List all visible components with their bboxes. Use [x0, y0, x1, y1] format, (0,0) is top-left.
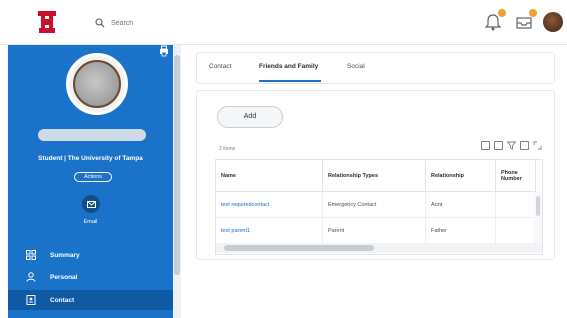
- column-header-phone-number[interactable]: Phone Number: [496, 160, 536, 192]
- fullscreen-icon[interactable]: [533, 141, 542, 150]
- tabs-bar: Contact Friends and Family Social: [196, 52, 555, 84]
- table-cell-name[interactable]: test requiredcontact: [216, 192, 323, 218]
- sidebar-item-summary[interactable]: Summary: [8, 245, 173, 265]
- actions-button[interactable]: Actions: [74, 172, 112, 182]
- table-cell-name[interactable]: test parent1: [216, 218, 323, 244]
- table-cell: Aunt: [426, 192, 496, 218]
- tab-social[interactable]: Social: [347, 63, 365, 70]
- items-count: 2 items: [219, 146, 236, 152]
- table-cell: Parent: [323, 218, 426, 244]
- sidebar-scrollbar[interactable]: [173, 45, 181, 318]
- sidebar-item-label: Summary: [50, 251, 80, 259]
- add-button[interactable]: Add: [217, 106, 283, 128]
- relationships-table: Name Relationship Types Relationship Pho…: [215, 159, 543, 255]
- columns-icon[interactable]: [520, 141, 529, 150]
- sidebar-item-contact[interactable]: Contact: [8, 290, 173, 310]
- active-tab-indicator: [259, 80, 321, 82]
- friends-family-panel: Add 2 items Name Relationship Types Rela…: [196, 90, 555, 260]
- grid-icon: [26, 250, 36, 260]
- table-cell: Father: [426, 218, 496, 244]
- profile-sidebar: Student | The University of Tampa Action…: [8, 45, 173, 318]
- user-avatar[interactable]: [543, 12, 563, 32]
- table-cell: Emergency Contact: [323, 192, 426, 218]
- table-vertical-scrollbar-thumb[interactable]: [536, 196, 540, 216]
- sidebar-item-label: Contact: [50, 296, 75, 304]
- column-header-name[interactable]: Name: [216, 160, 323, 192]
- envelope-icon: [86, 200, 96, 208]
- tab-contact[interactable]: Contact: [209, 63, 231, 70]
- sidebar-item-label: Personal: [50, 273, 78, 281]
- inbox-button[interactable]: [514, 9, 537, 32]
- profile-photo[interactable]: [66, 53, 128, 115]
- top-bar: [0, 0, 567, 45]
- pdf-icon[interactable]: [494, 141, 503, 150]
- notifications-button[interactable]: [483, 9, 506, 32]
- table-vertical-scrollbar[interactable]: [534, 192, 542, 243]
- profile-name-redacted: [38, 129, 146, 141]
- search-input[interactable]: [111, 19, 191, 27]
- sidebar-scrollbar-thumb[interactable]: [174, 55, 180, 275]
- university-logo-icon[interactable]: [36, 9, 58, 35]
- notification-badge: [498, 9, 506, 17]
- email-label: Email: [83, 219, 98, 225]
- column-header-relationship[interactable]: Relationship: [426, 160, 496, 192]
- export-icon[interactable]: [481, 141, 490, 150]
- column-header-relationship-types[interactable]: Relationship Types: [323, 160, 426, 192]
- search-icon: [95, 18, 105, 28]
- profile-subtitle: Student | The University of Tampa: [38, 155, 143, 162]
- table-cell: [496, 218, 536, 244]
- person-icon: [26, 272, 36, 282]
- table-cell: [496, 192, 536, 218]
- table-horizontal-scrollbar-thumb[interactable]: [224, 245, 374, 251]
- table-horizontal-scrollbar[interactable]: [216, 243, 542, 253]
- filter-icon[interactable]: [507, 141, 516, 150]
- search-bar[interactable]: [95, 14, 191, 32]
- sidebar-item-personal[interactable]: Personal: [8, 267, 173, 287]
- tab-friends-and-family[interactable]: Friends and Family: [259, 63, 318, 70]
- print-icon[interactable]: [158, 45, 170, 57]
- email-button[interactable]: [82, 195, 100, 213]
- table-toolbar: [481, 141, 542, 150]
- profile-photo-image: [73, 60, 121, 108]
- inbox-badge: [529, 9, 537, 17]
- contact-card-icon: [26, 295, 36, 305]
